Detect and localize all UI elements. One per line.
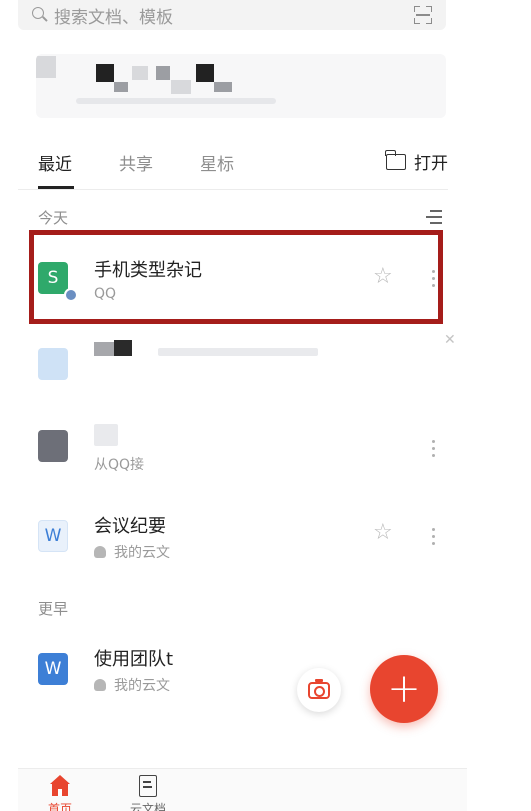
- file-item-3[interactable]: 从QQ接: [18, 404, 448, 492]
- camera-icon: [308, 678, 330, 699]
- nav-home[interactable]: 首页: [48, 775, 72, 811]
- file-item-2[interactable]: [18, 322, 448, 410]
- tab-starred[interactable]: 星标: [200, 150, 234, 175]
- more-options-icon[interactable]: [432, 440, 436, 458]
- tab-recent[interactable]: 最近: [38, 150, 72, 175]
- sort-icon[interactable]: [426, 210, 442, 224]
- plus-icon: +: [387, 666, 421, 712]
- highlight-box: [29, 230, 443, 324]
- search-placeholder: 搜索文档、模板: [54, 7, 173, 28]
- open-button-label: 打开: [414, 154, 448, 174]
- file-icon: [38, 430, 68, 462]
- create-new-button[interactable]: +: [370, 655, 438, 723]
- word-doc-icon: W: [38, 653, 68, 685]
- search-icon: [32, 7, 48, 23]
- document-icon: [139, 775, 157, 797]
- section-earlier: 更早: [38, 600, 69, 618]
- star-outline-icon[interactable]: ☆: [373, 520, 393, 545]
- bottom-navigation: 首页 云文档: [18, 768, 467, 811]
- open-button[interactable]: 打开: [385, 149, 448, 174]
- folder-icon: [385, 149, 406, 170]
- home-icon: [48, 775, 72, 797]
- nav-home-label: 首页: [48, 802, 73, 811]
- nav-cloud-docs-label: 云文档: [130, 802, 167, 811]
- file-item-4[interactable]: W 会议纪要 我的云文 ☆: [18, 492, 448, 580]
- file-tabs: 最近 共享 星标 打开: [18, 140, 448, 190]
- scan-icon[interactable]: [414, 6, 432, 24]
- file-title: 使用团队t: [94, 649, 174, 670]
- close-icon[interactable]: ✕: [444, 332, 456, 348]
- file-icon: [38, 348, 68, 380]
- cloud-icon: [94, 546, 106, 558]
- promo-banner[interactable]: [36, 54, 446, 118]
- tab-shared[interactable]: 共享: [119, 150, 153, 175]
- search-bar[interactable]: 搜索文档、模板: [18, 0, 446, 30]
- file-title: 会议纪要: [94, 516, 166, 537]
- file-source: 从QQ接: [94, 457, 145, 473]
- camera-button[interactable]: [297, 668, 341, 712]
- nav-cloud-docs[interactable]: 云文档: [130, 775, 166, 811]
- cloud-icon: [94, 679, 106, 691]
- file-location: 我的云文: [94, 542, 170, 562]
- word-doc-icon: W: [38, 520, 68, 552]
- active-tab-indicator: [38, 186, 74, 189]
- more-options-icon[interactable]: [432, 528, 436, 546]
- section-today: 今天: [38, 209, 69, 227]
- file-location: 我的云文: [94, 675, 170, 695]
